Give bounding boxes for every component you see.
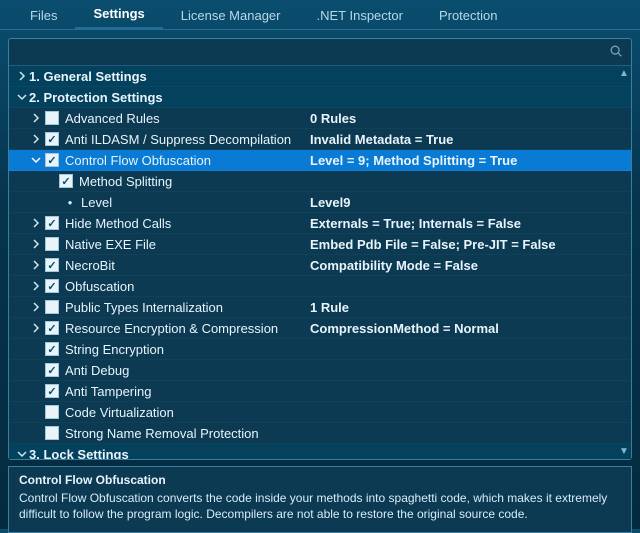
item-value: Level = 9; Method Splitting = True: [310, 153, 631, 168]
item-value: CompressionMethod = Normal: [310, 321, 631, 336]
section-protection-settings[interactable]: 2. Protection Settings: [9, 87, 631, 108]
vertical-scrollbar[interactable]: ▲ ▼: [619, 66, 629, 459]
item-label: Control Flow Obfuscation: [65, 153, 211, 168]
scroll-down-icon[interactable]: ▼: [619, 446, 629, 457]
checkbox-icon[interactable]: ✓: [45, 216, 59, 230]
item-label: Obfuscation: [65, 279, 134, 294]
chevron-right-icon: [29, 281, 43, 291]
settings-panel: 1. General Settings 2. Protection Settin…: [8, 38, 632, 460]
chevron-right-icon: [29, 323, 43, 333]
checkbox-icon[interactable]: ✓: [45, 279, 59, 293]
settings-tree: 1. General Settings 2. Protection Settin…: [9, 65, 631, 459]
section-label: 2. Protection Settings: [29, 90, 163, 105]
tab-files[interactable]: Files: [12, 2, 75, 29]
checkbox-icon[interactable]: ✓: [45, 153, 59, 167]
tab-protection[interactable]: Protection: [421, 2, 516, 29]
chevron-right-icon: [29, 260, 43, 270]
section-lock-settings[interactable]: 3. Lock Settings: [9, 444, 631, 459]
bullet-icon: •: [63, 195, 77, 210]
item-label: NecroBit: [65, 258, 115, 273]
chevron-right-icon: [29, 302, 43, 312]
item-anti-tampering[interactable]: ✓ Anti Tampering: [9, 381, 631, 402]
item-anti-ildasm[interactable]: ✓ Anti ILDASM / Suppress Decompilation I…: [9, 129, 631, 150]
item-resource-encryption[interactable]: ✓ Resource Encryption & Compression Comp…: [9, 318, 631, 339]
item-obfuscation[interactable]: ✓ Obfuscation: [9, 276, 631, 297]
item-native-exe-file[interactable]: ✓ Native EXE File Embed Pdb File = False…: [9, 234, 631, 255]
search-icon[interactable]: [609, 44, 623, 61]
item-label: Anti Debug: [65, 363, 129, 378]
chevron-right-icon: [29, 134, 43, 144]
item-value: Level9: [310, 195, 631, 210]
item-value: 0 Rules: [310, 111, 631, 126]
chevron-right-icon: [29, 218, 43, 228]
item-value: 1 Rule: [310, 300, 631, 315]
item-label: Level: [81, 195, 112, 210]
item-necrobit[interactable]: ✓ NecroBit Compatibility Mode = False: [9, 255, 631, 276]
chevron-right-icon: [29, 239, 43, 249]
checkbox-icon[interactable]: ✓: [45, 237, 59, 251]
section-general-settings[interactable]: 1. General Settings: [9, 66, 631, 87]
item-public-types-internalization[interactable]: ✓ Public Types Internalization 1 Rule: [9, 297, 631, 318]
scroll-up-icon[interactable]: ▲: [619, 68, 629, 79]
section-label: 1. General Settings: [29, 69, 147, 84]
section-label: 3. Lock Settings: [29, 447, 129, 460]
checkbox-icon[interactable]: ✓: [59, 174, 73, 188]
item-label: Anti ILDASM / Suppress Decompilation: [65, 132, 291, 147]
checkbox-icon[interactable]: ✓: [45, 342, 59, 356]
chevron-right-icon: [29, 113, 43, 123]
checkbox-icon[interactable]: ✓: [45, 258, 59, 272]
checkbox-icon[interactable]: ✓: [45, 363, 59, 377]
item-string-encryption[interactable]: ✓ String Encryption: [9, 339, 631, 360]
item-label: Strong Name Removal Protection: [65, 426, 259, 441]
tab-license-manager[interactable]: License Manager: [163, 2, 299, 29]
checkbox-icon[interactable]: ✓: [45, 111, 59, 125]
item-code-virtualization[interactable]: ✓ Code Virtualization: [9, 402, 631, 423]
tab-settings[interactable]: Settings: [75, 0, 162, 29]
item-label: Native EXE File: [65, 237, 156, 252]
item-hide-method-calls[interactable]: ✓ Hide Method Calls Externals = True; In…: [9, 213, 631, 234]
description-title: Control Flow Obfuscation: [19, 473, 621, 487]
checkbox-icon[interactable]: ✓: [45, 132, 59, 146]
description-panel: Control Flow Obfuscation Control Flow Ob…: [8, 466, 632, 533]
item-value: Invalid Metadata = True: [310, 132, 631, 147]
chevron-down-icon: [29, 155, 43, 165]
item-strong-name-removal[interactable]: ✓ Strong Name Removal Protection: [9, 423, 631, 444]
item-control-flow-obfuscation[interactable]: ✓ Control Flow Obfuscation Level = 9; Me…: [9, 150, 631, 171]
chevron-down-icon: [15, 449, 29, 459]
checkbox-icon[interactable]: ✓: [45, 300, 59, 314]
tab-net-inspector[interactable]: .NET Inspector: [298, 2, 420, 29]
item-method-splitting[interactable]: ✓ Method Splitting: [9, 171, 631, 192]
checkbox-icon[interactable]: ✓: [45, 321, 59, 335]
chevron-right-icon: [15, 71, 29, 81]
chevron-down-icon: [15, 92, 29, 102]
checkbox-icon[interactable]: ✓: [45, 426, 59, 440]
item-label: String Encryption: [65, 342, 164, 357]
item-anti-debug[interactable]: ✓ Anti Debug: [9, 360, 631, 381]
checkbox-icon[interactable]: ✓: [45, 384, 59, 398]
item-value: Compatibility Mode = False: [310, 258, 631, 273]
item-label: Code Virtualization: [65, 405, 174, 420]
item-value: Externals = True; Internals = False: [310, 216, 631, 231]
item-label: Advanced Rules: [65, 111, 160, 126]
item-value: Embed Pdb File = False; Pre-JIT = False: [310, 237, 631, 252]
checkbox-icon[interactable]: ✓: [45, 405, 59, 419]
item-advanced-rules[interactable]: ✓ Advanced Rules 0 Rules: [9, 108, 631, 129]
item-label: Method Splitting: [79, 174, 172, 189]
tab-bar: Files Settings License Manager .NET Insp…: [0, 0, 640, 30]
item-label: Public Types Internalization: [65, 300, 223, 315]
item-label: Hide Method Calls: [65, 216, 171, 231]
search-row: [9, 39, 631, 65]
item-label: Anti Tampering: [65, 384, 151, 399]
description-body: Control Flow Obfuscation converts the co…: [19, 490, 621, 522]
item-level[interactable]: • Level Level9: [9, 192, 631, 213]
item-label: Resource Encryption & Compression: [65, 321, 278, 336]
